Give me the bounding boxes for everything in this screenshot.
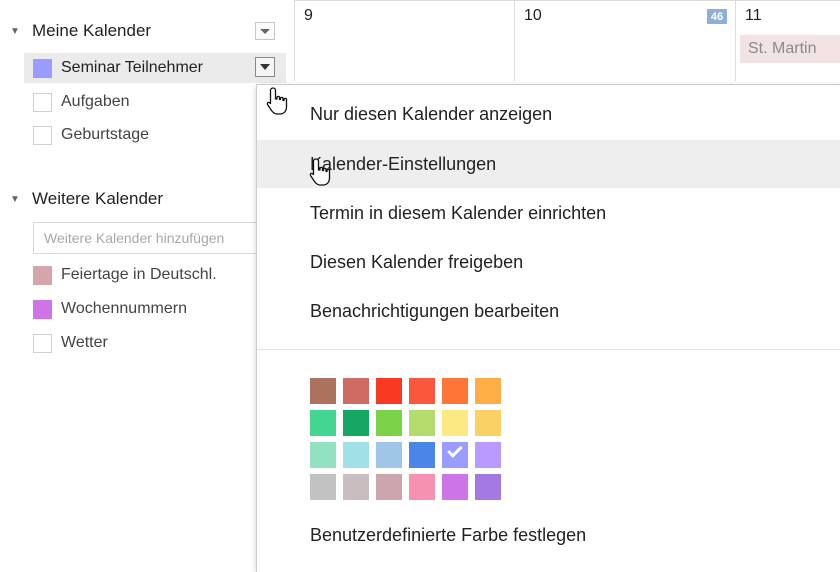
checkmark-icon [447, 442, 463, 458]
calendar-sidebar: ▼ Meine Kalender Seminar Teilnehmer Aufg… [0, 0, 290, 572]
add-calendar-input[interactable] [33, 222, 261, 254]
calendar-color-chip[interactable] [33, 92, 52, 112]
calendar-item-wetter[interactable]: Wetter [24, 328, 286, 358]
week-number-badge[interactable]: 46 [707, 9, 727, 24]
menu-divider [257, 349, 840, 350]
day-cell[interactable]: 10 46 [514, 1, 735, 81]
color-swatch[interactable] [475, 410, 501, 436]
day-cell[interactable]: 11 St. Martin [735, 1, 840, 81]
calendar-color-chip[interactable] [33, 265, 52, 285]
calendar-item-geburtstage[interactable]: Geburtstage [24, 120, 286, 150]
calendar-color-chip[interactable] [33, 333, 52, 353]
menu-item-share-calendar[interactable]: Diesen Kalender freigeben [257, 238, 840, 286]
day-number[interactable]: 9 [304, 7, 313, 25]
my-calendars-title: Meine Kalender [32, 21, 152, 40]
menu-item-create-event[interactable]: Termin in diesem Kalender einrichten [257, 189, 840, 237]
color-swatch[interactable] [442, 378, 468, 404]
hand-pointer-icon [309, 158, 331, 186]
calendar-item-label: Wetter [61, 334, 108, 351]
color-swatch[interactable] [442, 410, 468, 436]
my-calendars-dropdown-button[interactable] [255, 22, 275, 40]
calendar-item-label: Wochennummern [61, 300, 187, 317]
calendar-options-menu: Nur diesen Kalender anzeigen Kalender-Ei… [256, 84, 840, 572]
color-swatch[interactable] [475, 378, 501, 404]
caret-down-icon: ▼ [10, 193, 20, 205]
menu-item-edit-notifications[interactable]: Benachrichtigungen bearbeiten [257, 287, 840, 335]
calendar-item-seminar-teilnehmer[interactable]: Seminar Teilnehmer [24, 53, 286, 83]
color-swatch[interactable] [343, 410, 369, 436]
color-swatch[interactable] [376, 442, 402, 468]
menu-item-show-only-this[interactable]: Nur diesen Kalender anzeigen [257, 90, 840, 138]
calendar-options-dropdown-button[interactable] [255, 57, 275, 77]
color-swatch[interactable] [343, 474, 369, 500]
calendar-item-label: Geburtstage [61, 126, 150, 143]
day-number[interactable]: 10 [524, 7, 542, 25]
custom-color-link[interactable]: Benutzerdefinierte Farbe festlegen [310, 525, 586, 546]
calendar-item-feiertage[interactable]: Feiertage in Deutschl. [24, 260, 286, 290]
calendar-item-label: Seminar Teilnehmer [61, 59, 203, 76]
color-swatch[interactable] [310, 474, 336, 500]
my-calendars-header[interactable]: ▼ Meine Kalender [0, 16, 262, 46]
calendar-color-chip[interactable] [33, 125, 52, 145]
month-grid: 9 10 46 11 St. Martin [294, 0, 840, 81]
color-swatch[interactable] [376, 378, 402, 404]
color-swatch[interactable] [376, 410, 402, 436]
day-cell[interactable]: 9 [294, 1, 514, 81]
calendar-item-aufgaben[interactable]: Aufgaben [24, 87, 286, 117]
color-swatch[interactable] [376, 474, 402, 500]
calendar-color-chip[interactable] [33, 299, 52, 319]
color-swatch[interactable] [409, 442, 435, 468]
color-swatch[interactable] [310, 378, 336, 404]
menu-item-calendar-settings[interactable]: Kalender-Einstellungen [257, 140, 840, 188]
color-swatch[interactable] [409, 410, 435, 436]
calendar-item-label: Aufgaben [61, 93, 130, 110]
dropdown-arrow-icon [260, 64, 270, 70]
calendar-color-chip[interactable] [33, 58, 52, 78]
color-swatch[interactable] [343, 442, 369, 468]
color-swatch[interactable] [310, 410, 336, 436]
color-swatch[interactable] [475, 474, 501, 500]
day-number[interactable]: 11 [745, 7, 762, 25]
caret-down-icon: ▼ [10, 25, 20, 37]
calendar-item-wochennummern[interactable]: Wochennummern [24, 294, 286, 324]
other-calendars-header[interactable]: ▼ Weitere Kalender [0, 184, 262, 214]
hand-pointer-icon [266, 87, 288, 115]
color-swatch[interactable] [409, 378, 435, 404]
dropdown-arrow-icon [260, 28, 270, 34]
color-swatch[interactable] [343, 378, 369, 404]
color-swatch[interactable] [442, 474, 468, 500]
color-swatch[interactable] [475, 442, 501, 468]
calendar-item-label: Feiertage in Deutschl. [61, 266, 217, 283]
color-swatch[interactable] [409, 474, 435, 500]
other-calendars-title: Weitere Kalender [32, 189, 164, 208]
color-swatch[interactable] [442, 442, 468, 468]
color-swatch[interactable] [310, 442, 336, 468]
holiday-event-chip[interactable]: St. Martin [740, 35, 840, 63]
